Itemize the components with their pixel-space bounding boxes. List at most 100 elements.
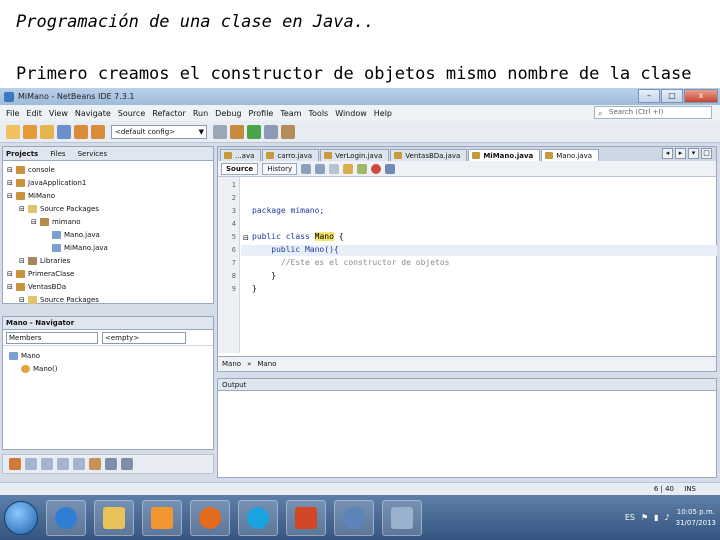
new-project-icon[interactable] bbox=[23, 124, 37, 139]
editor-tab[interactable]: Mano.java bbox=[541, 149, 600, 161]
window-titlebar[interactable]: MiMano - NetBeans IDE 7.3.1 – □ x bbox=[0, 88, 720, 105]
fields-icon[interactable] bbox=[25, 458, 37, 470]
tree-item[interactable]: ⊟ JavaApplication1 bbox=[7, 176, 213, 189]
breadcrumb-class[interactable]: Mano bbox=[222, 360, 241, 368]
menu-item-view[interactable]: View bbox=[49, 109, 68, 118]
expand-icon[interactable]: ⊟ bbox=[7, 166, 16, 174]
minimize-button[interactable]: – bbox=[638, 89, 660, 103]
language-indicator[interactable]: ES bbox=[625, 513, 635, 522]
tab-files[interactable]: Files bbox=[50, 150, 65, 158]
taskbar-skype[interactable] bbox=[238, 499, 278, 536]
scroll-right-icon[interactable]: ▸ bbox=[675, 148, 686, 159]
menu-item-edit[interactable]: Edit bbox=[26, 109, 42, 118]
empty-select[interactable]: <empty> bbox=[102, 331, 186, 344]
navigator-item[interactable]: Mano() bbox=[9, 362, 213, 375]
fold-icon[interactable]: ⊟ bbox=[243, 234, 249, 242]
flag-icon[interactable]: ⚑ bbox=[641, 513, 648, 522]
history-mode-button[interactable]: History bbox=[262, 162, 298, 175]
navigator-item[interactable]: Mano bbox=[9, 349, 213, 362]
menu-item-file[interactable]: File bbox=[6, 109, 19, 118]
redo-icon[interactable] bbox=[91, 124, 105, 139]
menu-item-source[interactable]: Source bbox=[118, 109, 145, 118]
non-public-icon[interactable] bbox=[57, 458, 69, 470]
find-icon[interactable] bbox=[329, 163, 340, 174]
stop-macro-icon[interactable] bbox=[371, 163, 382, 174]
expand-icon[interactable]: ⊟ bbox=[7, 179, 16, 187]
inherited-icon[interactable] bbox=[73, 458, 85, 470]
undo-icon[interactable] bbox=[74, 124, 88, 139]
members-select[interactable]: Members bbox=[6, 331, 98, 344]
expand-icon[interactable]: ⊟ bbox=[7, 270, 16, 278]
tree-item[interactable]: ⊟ mimano bbox=[7, 215, 213, 228]
sort-alpha-icon[interactable] bbox=[105, 458, 117, 470]
editor-tab[interactable]: VentasBDa.java bbox=[390, 149, 468, 161]
menu-item-team[interactable]: Team bbox=[280, 109, 301, 118]
tree-item[interactable]: ⊟ MiMano bbox=[7, 189, 213, 202]
menu-item-tools[interactable]: Tools bbox=[309, 109, 329, 118]
clean-build-icon[interactable] bbox=[230, 124, 244, 139]
maximize-button[interactable]: □ bbox=[661, 89, 683, 103]
menu-item-debug[interactable]: Debug bbox=[215, 109, 241, 118]
forward-icon[interactable] bbox=[315, 163, 326, 174]
breadcrumb-member[interactable]: Mano bbox=[257, 360, 276, 368]
config-select[interactable]: <default config> ▼ bbox=[111, 124, 207, 139]
tree-item[interactable]: ⊟ PrimeraClase bbox=[7, 267, 213, 280]
run-icon[interactable] bbox=[247, 124, 261, 139]
tree-item[interactable]: ⊟ VentasBDa bbox=[7, 280, 213, 293]
toggle-highlight-icon[interactable] bbox=[343, 163, 354, 174]
taskbar-ie[interactable] bbox=[46, 499, 86, 536]
menu-item-refactor[interactable]: Refactor bbox=[152, 109, 186, 118]
debug-icon[interactable] bbox=[264, 124, 278, 139]
open-project-icon[interactable] bbox=[40, 124, 54, 139]
search-input[interactable]: ⌕ Search (Ctrl +I) bbox=[594, 106, 712, 119]
tab-services[interactable]: Services bbox=[78, 150, 108, 158]
expand-icon[interactable]: ⊟ bbox=[7, 283, 16, 291]
source-mode-button[interactable]: Source bbox=[221, 162, 259, 175]
menu-item-navigate[interactable]: Navigate bbox=[75, 109, 111, 118]
taskbar-explorer[interactable] bbox=[94, 499, 134, 536]
code-area[interactable]: 1 2 3 4 5 6 7 8 9 ⊟ package mimano; public class … bbox=[218, 177, 717, 353]
editor-tab[interactable]: VerLogin.java bbox=[320, 149, 390, 161]
expand-icon[interactable]: ⊟ bbox=[7, 192, 16, 200]
toggle-bookmark-icon[interactable] bbox=[357, 163, 368, 174]
editor-tab[interactable]: carro.java bbox=[262, 149, 320, 161]
expand-icon[interactable]: ⊟ bbox=[19, 205, 28, 213]
close-button[interactable]: x bbox=[684, 89, 718, 103]
tree-item[interactable]: ⊟ console bbox=[7, 163, 213, 176]
back-icon[interactable] bbox=[301, 163, 312, 174]
menu-item-help[interactable]: Help bbox=[374, 109, 392, 118]
editor-tab[interactable]: ...ava bbox=[220, 149, 262, 161]
static-icon[interactable] bbox=[41, 458, 53, 470]
menu-item-run[interactable]: Run bbox=[193, 109, 208, 118]
start-icon[interactable] bbox=[4, 500, 38, 535]
comment-icon[interactable] bbox=[385, 163, 396, 174]
volume-icon[interactable]: ♪ bbox=[665, 513, 670, 522]
tab-projects[interactable]: Projects bbox=[6, 150, 38, 158]
network-icon[interactable]: ▮ bbox=[654, 513, 658, 522]
tab-list-icon[interactable]: ▾ bbox=[688, 148, 699, 159]
maximize-editor-icon[interactable]: □ bbox=[701, 148, 712, 159]
tree-item[interactable]: ⊟ Libraries bbox=[7, 254, 213, 267]
expand-icon[interactable]: ⊟ bbox=[19, 257, 28, 265]
menu-item-profile[interactable]: Profile bbox=[248, 109, 273, 118]
profile-icon[interactable] bbox=[281, 124, 295, 139]
taskbar-firefox[interactable] bbox=[190, 499, 230, 536]
build-icon[interactable] bbox=[213, 124, 227, 139]
sort-source-icon[interactable] bbox=[121, 458, 133, 470]
tree-item[interactable]: MiMano.java bbox=[7, 241, 213, 254]
taskbar-virtualbox[interactable] bbox=[382, 499, 422, 536]
new-file-icon[interactable] bbox=[6, 124, 20, 139]
taskbar-powerpoint[interactable] bbox=[286, 499, 326, 536]
menu-item-window[interactable]: Window bbox=[335, 109, 367, 118]
tree-item[interactable]: ⊟ Source Packages bbox=[7, 293, 213, 306]
scroll-left-icon[interactable]: ◂ bbox=[662, 148, 673, 159]
editor-tab[interactable]: MiMano.java bbox=[468, 149, 541, 161]
tree-item[interactable]: Mano.java bbox=[7, 228, 213, 241]
tree-item[interactable]: ⊟ Source Packages bbox=[7, 202, 213, 215]
clock[interactable]: 10:05 p.m. 31/07/2013 bbox=[676, 507, 716, 529]
filter-icon[interactable] bbox=[9, 458, 21, 470]
expand-icon[interactable]: ⊟ bbox=[19, 296, 28, 304]
taskbar-netbeans[interactable] bbox=[334, 499, 374, 536]
sort-icon[interactable] bbox=[89, 458, 101, 470]
save-all-icon[interactable] bbox=[57, 124, 71, 139]
